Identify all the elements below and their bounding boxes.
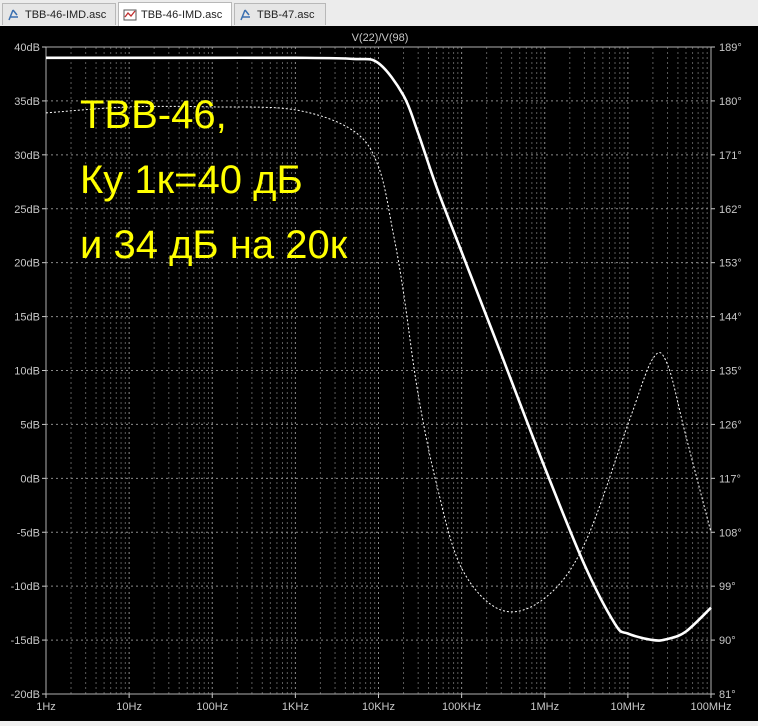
y-tick-label-left: -15dB <box>11 635 40 647</box>
bode-plot[interactable]: V(22)/V(98) 40dB 35dB 30dB 25dB 20dB 15dB 10dB… <box>0 26 758 721</box>
tab-schematic-tbb-46-imd[interactable]: TBB-46-IMD.asc <box>2 3 116 25</box>
y-tick-label-right: 117° <box>719 473 741 485</box>
chart-title: V(22)/V(98) <box>352 32 409 44</box>
y-tick-label-left: -20dB <box>11 689 40 701</box>
y-tick-label-left: -10dB <box>11 581 40 593</box>
tab-label: TBB-46-IMD.asc <box>141 8 223 21</box>
x-tick-label: 100Hz <box>196 701 228 713</box>
y-tick-label-right: 99° <box>719 581 736 593</box>
x-tick-label: 1Hz <box>36 701 56 713</box>
schematic-icon <box>240 9 250 20</box>
tab-label: TBB-47.asc <box>257 8 315 21</box>
y-tick-label-right: 90° <box>719 635 736 647</box>
y-tick-label-left: 15dB <box>14 312 40 324</box>
y-tick-label-right: 189° <box>719 42 742 54</box>
annotation-line: и 34 дБ на 20к <box>80 223 348 267</box>
y-tick-label-left: 25dB <box>14 204 40 216</box>
y-tick-label-left: 40dB <box>14 42 40 54</box>
plot-window: V(22)/V(98) 40dB 35dB 30dB 25dB 20dB 15dB 10dB… <box>0 26 758 721</box>
x-tick-label: 10KHz <box>362 701 395 713</box>
waveform-icon <box>123 9 137 20</box>
tab-label: TBB-46-IMD.asc <box>25 8 107 21</box>
y-tick-label-right: 108° <box>719 527 742 539</box>
tab-schematic-tbb-47[interactable]: TBB-47.asc <box>234 3 326 25</box>
x-tick-label: 100MHz <box>691 701 732 713</box>
y-tick-label-left: -5dB <box>17 527 40 539</box>
y-tick-label-right: 162° <box>719 204 742 216</box>
y-tick-label-right: 180° <box>719 96 742 108</box>
tab-bar: TBB-46-IMD.asc TBB-46-IMD.asc TBB-47.asc <box>0 0 758 27</box>
y-tick-label-right: 126° <box>719 419 742 431</box>
y-tick-label-right: 135° <box>719 366 742 378</box>
y-tick-label-left: 35dB <box>14 96 40 108</box>
y-tick-label-left: 0dB <box>20 473 40 485</box>
annotation-line: Ку 1к=40 дБ <box>80 158 303 202</box>
x-tick-label: 100KHz <box>442 701 481 713</box>
y-tick-label-right: 81° <box>719 689 736 701</box>
tab-waveform-tbb-46-imd[interactable]: TBB-46-IMD.asc <box>118 2 232 26</box>
x-tick-label: 1MHz <box>530 701 559 713</box>
schematic-icon <box>8 9 18 20</box>
y-tick-label-right: 144° <box>719 312 742 324</box>
y-tick-label-left: 5dB <box>20 419 40 431</box>
x-tick-label: 10Hz <box>116 701 142 713</box>
y-tick-label-right: 171° <box>719 150 742 162</box>
x-tick-label: 10MHz <box>610 701 645 713</box>
y-tick-label-left: 10dB <box>14 366 40 378</box>
y-tick-label-right: 153° <box>719 258 742 270</box>
annotation-line: ТВВ-46, <box>80 93 227 137</box>
y-tick-label-left: 20dB <box>14 258 40 270</box>
x-tick-label: 1KHz <box>282 701 309 713</box>
y-tick-label-left: 30dB <box>14 150 40 162</box>
